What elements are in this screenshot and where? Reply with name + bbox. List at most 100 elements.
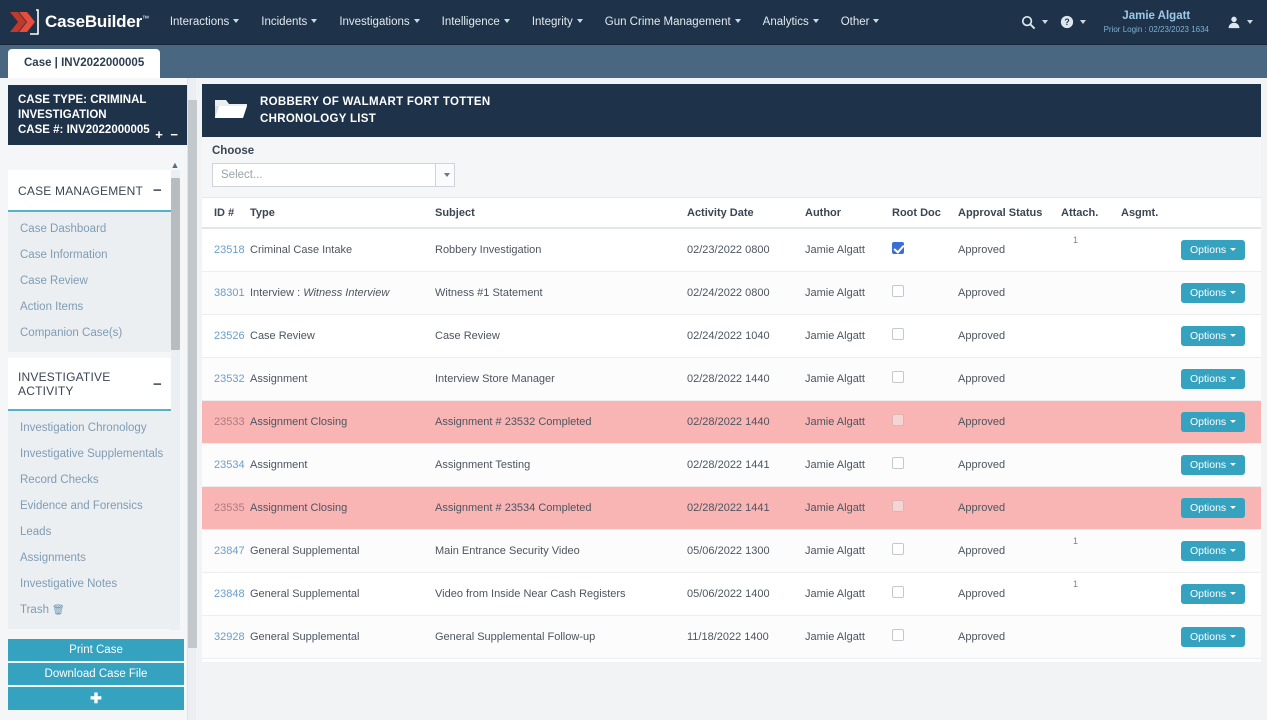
- root-doc-checkbox[interactable]: [892, 328, 904, 340]
- record-id-link[interactable]: 23533: [214, 416, 245, 428]
- root-doc-checkbox[interactable]: [892, 500, 904, 512]
- column-header-subject[interactable]: Subject: [435, 198, 687, 228]
- nav-item-other[interactable]: Other: [830, 0, 891, 45]
- options-button[interactable]: Options: [1181, 584, 1245, 604]
- root-doc-checkbox[interactable]: [892, 285, 904, 297]
- tab-case[interactable]: Case | INV2022000005: [8, 49, 160, 78]
- table-row[interactable]: 23532AssignmentInterview Store Manager02…: [202, 357, 1261, 400]
- cell-subject: Assignment # 23532 Completed: [435, 400, 687, 443]
- sidebar-item-companion-cases[interactable]: Companion Case(s): [8, 320, 172, 346]
- expand-case-header-button[interactable]: +: [153, 127, 165, 142]
- download-case-file-button[interactable]: Download Case File: [8, 663, 184, 685]
- root-doc-checkbox[interactable]: [892, 242, 904, 254]
- table-row[interactable]: 23535Assignment ClosingAssignment # 2353…: [202, 486, 1261, 529]
- table-row[interactable]: 38301Interview : Witness InterviewWitnes…: [202, 271, 1261, 314]
- table-row[interactable]: 23526Case ReviewCase Review02/24/2022 10…: [202, 314, 1261, 357]
- record-id-link[interactable]: 23526: [214, 330, 245, 342]
- options-button[interactable]: Options: [1181, 541, 1245, 561]
- sidebar-item-case-information[interactable]: Case Information: [8, 242, 172, 268]
- options-button[interactable]: Options: [1181, 412, 1245, 432]
- root-doc-checkbox[interactable]: [892, 414, 904, 426]
- root-doc-checkbox[interactable]: [892, 629, 904, 641]
- sidebar-item-case-dashboard[interactable]: Case Dashboard: [8, 216, 172, 242]
- sidebar-scroll-up-arrow[interactable]: ▲: [168, 160, 182, 170]
- column-header-approval-status[interactable]: Approval Status: [958, 198, 1061, 228]
- accordion-header-case-management[interactable]: CASE MANAGEMENT −: [8, 170, 172, 212]
- sidebar-scroll-region: CASE MANAGEMENT − Case Dashboard Case In…: [8, 170, 172, 630]
- help-circle-icon[interactable]: ?: [1054, 15, 1092, 29]
- collapse-case-header-button[interactable]: −: [168, 127, 180, 142]
- options-button[interactable]: Options: [1181, 455, 1245, 475]
- record-id-link[interactable]: 23532: [214, 373, 245, 385]
- choose-select-input[interactable]: Select...: [212, 163, 435, 187]
- sidebar-item-action-items[interactable]: Action Items: [8, 294, 172, 320]
- column-header-root-doc[interactable]: Root Doc: [892, 198, 958, 228]
- table-row[interactable]: 23533Assignment ClosingAssignment # 2353…: [202, 400, 1261, 443]
- options-button[interactable]: Options: [1181, 498, 1245, 518]
- root-doc-checkbox[interactable]: [892, 457, 904, 469]
- nav-item-gun-crime-management[interactable]: Gun Crime Management: [594, 0, 752, 45]
- record-id-link[interactable]: 32928: [214, 631, 245, 643]
- sidebar-vertical-scrollbar[interactable]: [171, 170, 180, 630]
- print-case-button[interactable]: Print Case: [8, 639, 184, 661]
- cell-author: Jamie Algatt: [805, 357, 892, 400]
- sidebar-item-leads[interactable]: Leads: [8, 519, 172, 545]
- nav-item-investigations[interactable]: Investigations: [328, 0, 430, 45]
- record-id-link[interactable]: 23847: [214, 545, 245, 557]
- column-header-type[interactable]: Type: [250, 198, 435, 228]
- sidebar-item-record-checks[interactable]: Record Checks: [8, 467, 172, 493]
- nav-item-interactions[interactable]: Interactions: [159, 0, 250, 45]
- user-account-icon[interactable]: [1221, 15, 1259, 29]
- search-icon[interactable]: [1015, 15, 1054, 30]
- column-header-activity-date[interactable]: Activity Date: [687, 198, 805, 228]
- options-button[interactable]: Options: [1181, 627, 1245, 647]
- accordion-header-investigative-activity[interactable]: INVESTIGATIVE ACTIVITY −: [8, 358, 172, 411]
- column-header-asgmt[interactable]: Asgmt.: [1121, 198, 1181, 228]
- nav-item-integrity[interactable]: Integrity: [521, 0, 594, 45]
- nav-item-intelligence[interactable]: Intelligence: [431, 0, 521, 45]
- root-doc-checkbox[interactable]: [892, 543, 904, 555]
- record-id-link[interactable]: 23518: [214, 244, 245, 256]
- cell-type: General Supplemental: [250, 615, 435, 658]
- column-header-author[interactable]: Author: [805, 198, 892, 228]
- record-id-link[interactable]: 23848: [214, 588, 245, 600]
- sidebar-item-investigative-notes[interactable]: Investigative Notes: [8, 571, 172, 597]
- root-doc-checkbox[interactable]: [892, 586, 904, 598]
- add-button[interactable]: ✚: [8, 687, 184, 710]
- column-header-id[interactable]: ID #: [202, 198, 250, 228]
- record-id-link[interactable]: 23534: [214, 459, 245, 471]
- options-button[interactable]: Options: [1181, 283, 1245, 303]
- root-doc-checkbox[interactable]: [892, 371, 904, 383]
- nav-label: Interactions: [170, 16, 229, 28]
- column-header-attach[interactable]: Attach.: [1061, 198, 1121, 228]
- table-row[interactable]: 23847General SupplementalMain Entrance S…: [202, 529, 1261, 572]
- brand-logo[interactable]: CaseBuilder™: [0, 0, 159, 45]
- sidebar-item-investigation-chronology[interactable]: Investigation Chronology: [8, 415, 172, 441]
- cell-asgmt: [1121, 443, 1181, 486]
- record-id-link[interactable]: 23535: [214, 502, 245, 514]
- nav-item-incidents[interactable]: Incidents: [250, 0, 328, 45]
- table-row[interactable]: 23848General SupplementalVideo from Insi…: [202, 572, 1261, 615]
- table-row[interactable]: 32928General SupplementalGeneral Supplem…: [202, 615, 1261, 658]
- options-button[interactable]: Options: [1181, 326, 1245, 346]
- sidebar-item-evidence-and-forensics[interactable]: Evidence and Forensics: [8, 493, 172, 519]
- choose-select-wrapper[interactable]: Select...: [212, 163, 455, 187]
- cell-type: Assignment: [250, 357, 435, 400]
- page-vertical-scrollbar[interactable]: [187, 78, 196, 720]
- nav-item-analytics[interactable]: Analytics: [752, 0, 830, 45]
- nav-label: Other: [841, 16, 870, 28]
- sidebar-scrollbar-thumb[interactable]: [171, 178, 180, 350]
- table-row[interactable]: 23518Criminal Case IntakeRobbery Investi…: [202, 228, 1261, 271]
- table-row[interactable]: 23534AssignmentAssignment Testing02/28/2…: [202, 443, 1261, 486]
- chronology-card: ROBBERY OF WALMART FORT TOTTEN CHRONOLOG…: [202, 84, 1261, 662]
- sidebar-item-assignments[interactable]: Assignments: [8, 545, 172, 571]
- chevron-down-icon: [311, 19, 317, 23]
- choose-select-dropdown-button[interactable]: [435, 163, 455, 187]
- sidebar-item-case-review[interactable]: Case Review: [8, 268, 172, 294]
- options-button[interactable]: Options: [1181, 240, 1245, 260]
- sidebar-item-trash[interactable]: Trash🗑: [8, 597, 172, 623]
- record-id-link[interactable]: 38301: [214, 287, 245, 299]
- user-menu[interactable]: Jamie Algatt Prior Login : 02/23/2023 16…: [1092, 10, 1221, 33]
- options-button[interactable]: Options: [1181, 369, 1245, 389]
- sidebar-item-investigative-supplementals[interactable]: Investigative Supplementals: [8, 441, 172, 467]
